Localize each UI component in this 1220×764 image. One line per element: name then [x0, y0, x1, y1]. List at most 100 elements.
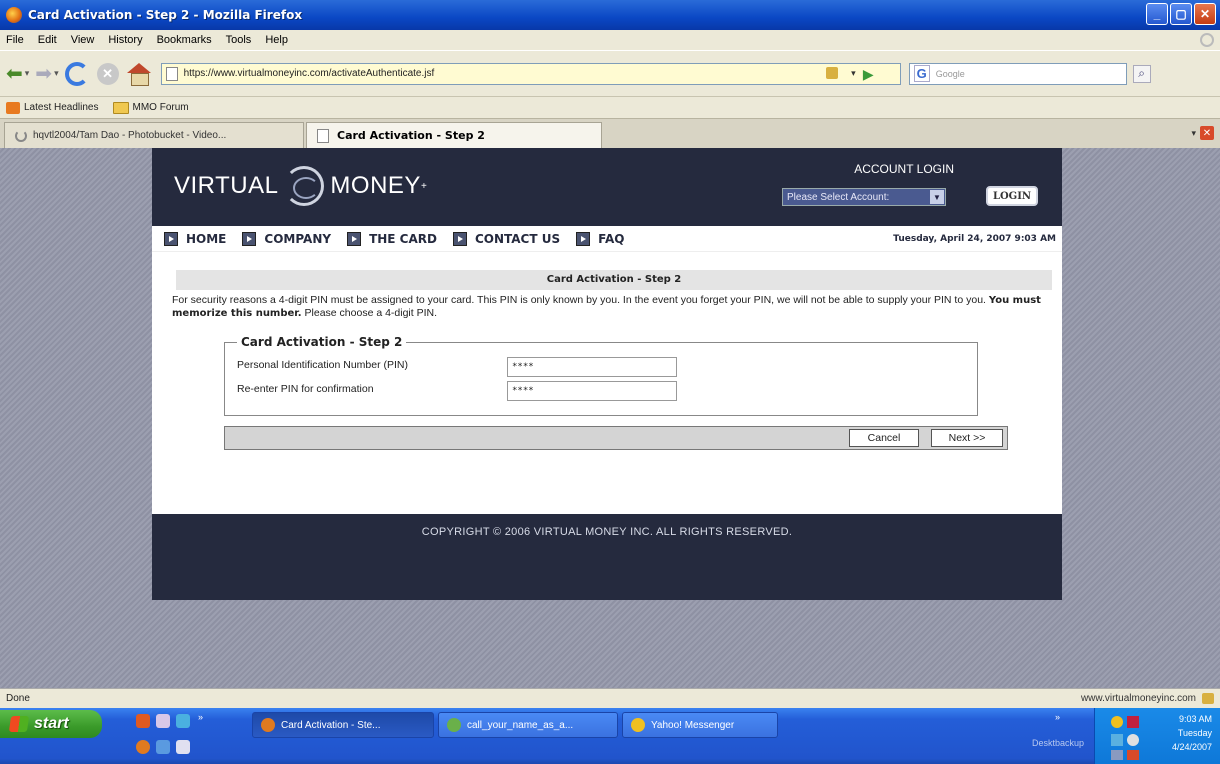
start-button[interactable]: start: [0, 710, 102, 738]
firefox-icon: [6, 7, 22, 23]
maximize-button[interactable]: ▢: [1170, 3, 1192, 25]
tab-list-icon[interactable]: ▾: [1191, 128, 1196, 139]
pin-field[interactable]: ****: [507, 357, 677, 377]
next-button[interactable]: Next >>: [931, 429, 1003, 447]
tray-app-icon[interactable]: [1127, 716, 1139, 728]
menu-help[interactable]: Help: [265, 34, 288, 46]
site-nav: HOME COMPANY THE CARD CONTACT US FAQ Tue…: [152, 226, 1062, 252]
logo-text-left: VIRTUAL: [174, 172, 279, 199]
status-text: Done: [6, 693, 30, 704]
go-arrow-icon[interactable]: ▶: [863, 66, 874, 83]
taskbar-item-yahoo-messenger[interactable]: Yahoo! Messenger: [622, 712, 778, 738]
window-title: Card Activation - Step 2 - Mozilla Firef…: [28, 8, 303, 22]
logo-text-right: MONEY: [330, 172, 421, 199]
url-text[interactable]: https://www.virtualmoneyinc.com/activate…: [184, 68, 435, 79]
rss-feed-icon: [6, 101, 20, 114]
quicklaunch-app-icon[interactable]: [176, 714, 190, 728]
pin-label: Personal Identification Number (PIN): [237, 359, 408, 371]
nav-label: HOME: [186, 231, 227, 246]
bookmarks-toolbar: Latest Headlines MMO Forum: [0, 96, 1220, 118]
nav-contact-us[interactable]: CONTACT US: [452, 231, 560, 246]
tray-app-icon[interactable]: [1111, 750, 1123, 760]
back-button[interactable]: ⬅ ▾: [6, 60, 29, 88]
quicklaunch-chevron-icon[interactable]: »: [198, 712, 203, 722]
close-tab-icon[interactable]: ✕: [1200, 126, 1214, 140]
google-icon[interactable]: G: [913, 65, 930, 82]
tab-bar: hqvtl2004/Tam Dao - Photobucket - Video.…: [0, 118, 1220, 148]
tab-card-activation[interactable]: Card Activation - Step 2: [306, 122, 602, 148]
firefox-icon: [261, 718, 275, 732]
menu-tools[interactable]: Tools: [226, 34, 252, 46]
quicklaunch-app-icon[interactable]: [136, 714, 150, 728]
taskbar-item-card-activation[interactable]: Card Activation - Ste...: [252, 712, 434, 738]
account-select[interactable]: Please Select Account: ▼: [782, 188, 946, 206]
menu-bookmarks[interactable]: Bookmarks: [157, 34, 212, 46]
desktop-toolbar-label[interactable]: Desktbackup: [1032, 738, 1084, 748]
account-select-value: Please Select Account:: [787, 191, 890, 203]
menu-file[interactable]: File: [6, 34, 24, 46]
reload-icon[interactable]: [64, 61, 89, 86]
step-title: Card Activation - Step 2: [176, 270, 1052, 290]
site-footer: COPYRIGHT © 2006 VIRTUAL MONEY INC. ALL …: [152, 514, 1062, 600]
start-label: start: [34, 715, 69, 732]
url-dropdown-icon[interactable]: ▾: [851, 68, 856, 79]
quicklaunch-firefox-icon[interactable]: [136, 740, 150, 754]
arrow-bullet-icon: [576, 231, 591, 246]
arrow-bullet-icon: [452, 231, 467, 246]
navigation-toolbar: ⬅ ▾ ➡ ▾ ✕ https://www.virtualmoneyinc.com/…: [0, 50, 1220, 96]
login-button[interactable]: LOGIN: [986, 186, 1038, 206]
reenter-pin-field[interactable]: ****: [507, 381, 677, 401]
stop-icon[interactable]: ✕: [96, 62, 119, 85]
menu-edit[interactable]: Edit: [38, 34, 57, 46]
site-container: VIRTUAL MONEY + ACCOUNT LOGIN Please Sele…: [152, 148, 1062, 600]
messenger-tray-icon[interactable]: [1111, 716, 1123, 728]
bookmark-label: MMO Forum: [132, 102, 189, 113]
tab-photobucket[interactable]: hqvtl2004/Tam Dao - Photobucket - Video.…: [4, 122, 304, 148]
close-window-button[interactable]: ✕: [1194, 3, 1216, 25]
current-date: Tuesday, April 24, 2007 9:03 AM: [893, 234, 1056, 244]
network-tray-icon[interactable]: [1111, 734, 1123, 746]
padlock-icon[interactable]: [1202, 693, 1214, 704]
menu-bar: File Edit View History Bookmarks Tools H…: [0, 30, 1220, 50]
windows-logo-icon: [8, 716, 30, 732]
minimize-button[interactable]: _: [1146, 3, 1168, 25]
nav-label: FAQ: [598, 231, 625, 246]
menu-view[interactable]: View: [71, 34, 95, 46]
padlock-icon[interactable]: [825, 66, 838, 79]
system-tray: 9:03 AM Tuesday 4/24/2007: [1094, 708, 1220, 764]
quicklaunch-app-icon[interactable]: [156, 740, 170, 754]
intro-text: For security reasons a 4-digit PIN must …: [172, 294, 1052, 320]
cancel-button[interactable]: Cancel: [849, 429, 919, 447]
nav-faq[interactable]: FAQ: [576, 231, 625, 246]
bookmark-mmo-forum[interactable]: MMO Forum: [112, 101, 189, 114]
form-action-bar: Cancel Next >>: [224, 426, 1008, 450]
search-magnifier-icon[interactable]: ⌕: [1132, 64, 1151, 83]
virtual-money-logo[interactable]: VIRTUAL MONEY +: [174, 166, 427, 206]
tab-label: Card Activation - Step 2: [337, 129, 485, 142]
nav-home[interactable]: HOME: [164, 231, 227, 246]
tray-app-icon[interactable]: [1127, 750, 1139, 760]
taskbar-chevron-icon[interactable]: »: [1055, 712, 1060, 722]
clock[interactable]: 9:03 AM Tuesday 4/24/2007: [1172, 712, 1212, 754]
nav-company[interactable]: COMPANY: [242, 231, 331, 246]
bookmark-latest-headlines[interactable]: Latest Headlines: [6, 101, 99, 114]
taskbar-item-call-your-name[interactable]: call_your_name_as_a...: [438, 712, 618, 738]
back-dropdown-icon[interactable]: ▾: [25, 68, 30, 79]
yahoo-messenger-icon: [631, 718, 645, 732]
forward-button[interactable]: ➡ ▾: [35, 60, 58, 88]
tab-controls: ▾ ✕: [1191, 126, 1214, 140]
nav-the-card[interactable]: THE CARD: [347, 231, 437, 246]
chevron-down-icon[interactable]: ▼: [930, 190, 944, 204]
search-placeholder: Google: [935, 68, 965, 79]
url-bar[interactable]: https://www.virtualmoneyinc.com/activate…: [160, 62, 901, 85]
loading-icon: [15, 129, 27, 142]
page-viewport: VIRTUAL MONEY + ACCOUNT LOGIN Please Sele…: [0, 148, 1220, 688]
quicklaunch-app-icon[interactable]: [156, 714, 170, 728]
forward-dropdown-icon[interactable]: ▾: [54, 68, 59, 79]
menu-history[interactable]: History: [108, 34, 142, 46]
search-box[interactable]: G Google: [908, 62, 1127, 85]
home-icon[interactable]: [126, 62, 151, 86]
quicklaunch-app-icon[interactable]: [176, 740, 190, 754]
nav-label: THE CARD: [369, 231, 437, 246]
tray-app-icon[interactable]: [1127, 734, 1139, 746]
